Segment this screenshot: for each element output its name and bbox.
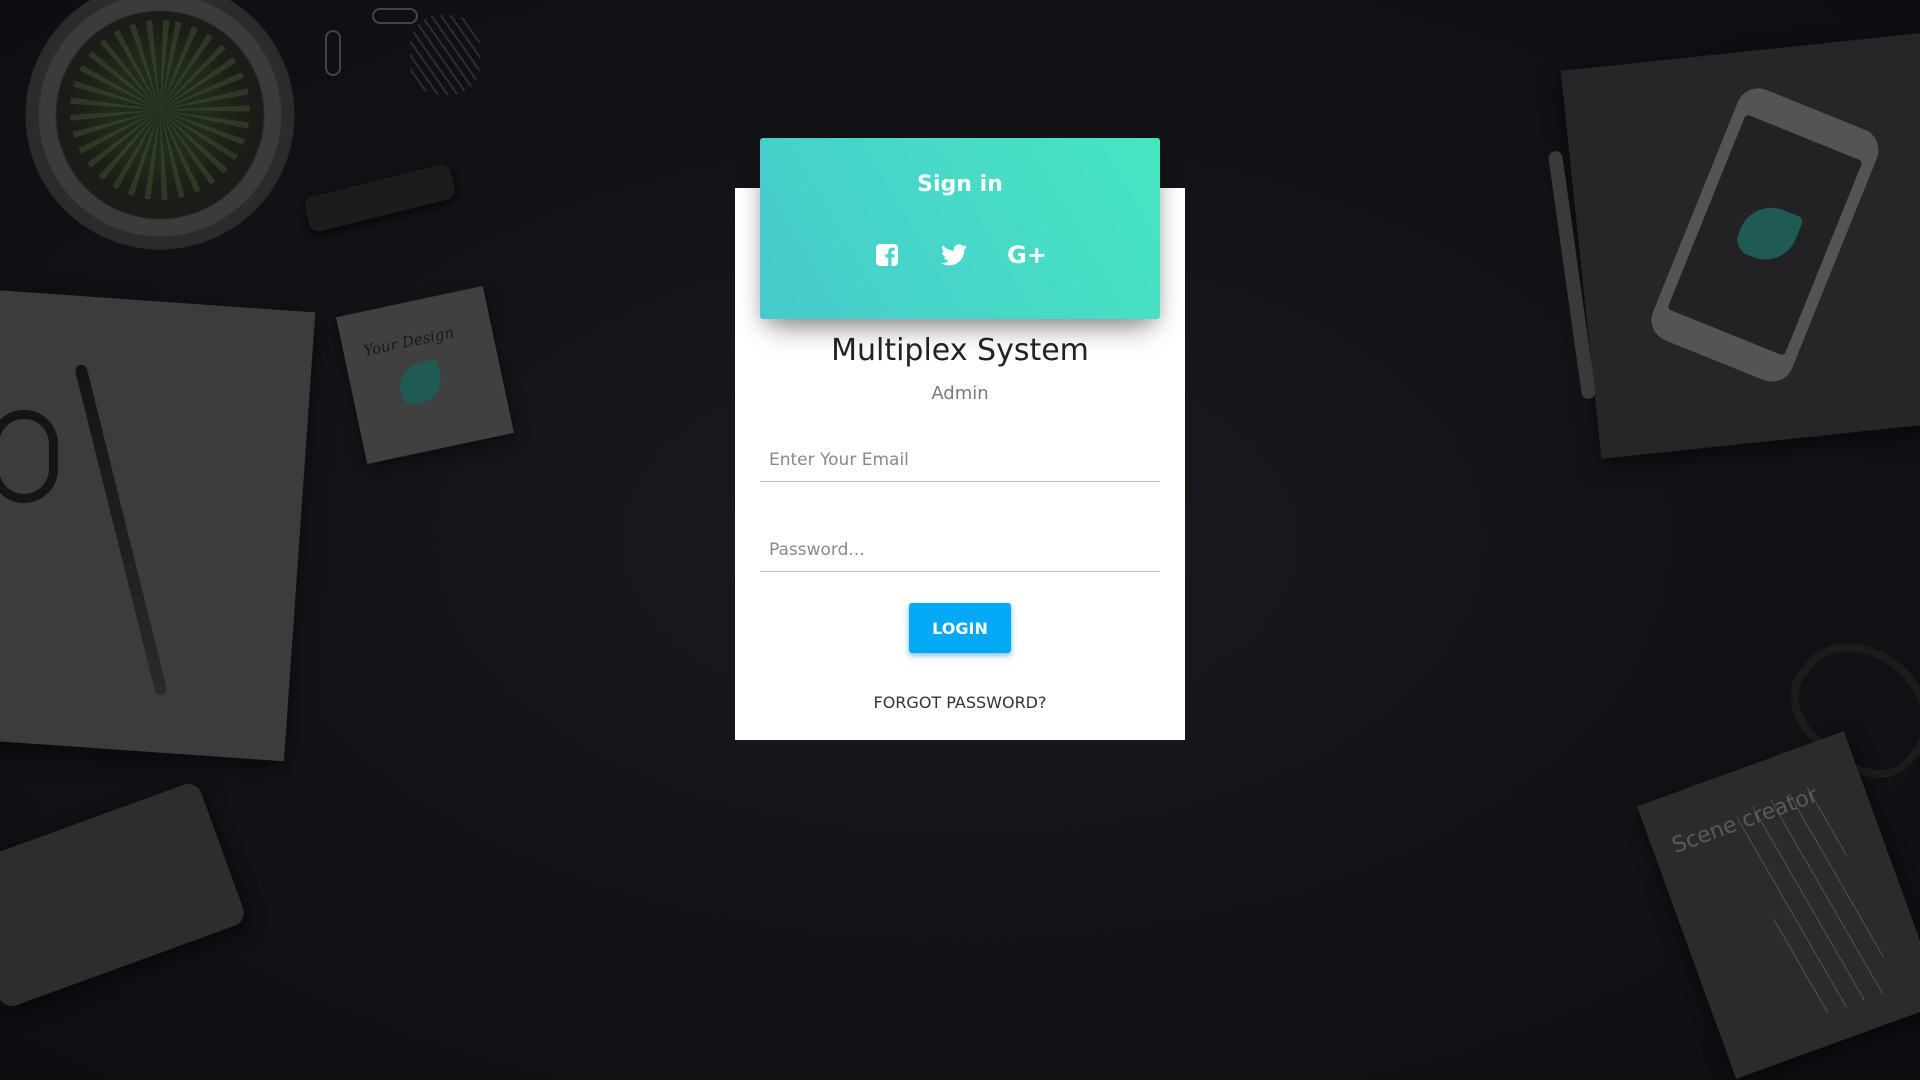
stylus-image	[1547, 150, 1597, 400]
paper-clips-pile-image	[410, 15, 480, 95]
glasses-image	[1769, 616, 1920, 800]
email-field[interactable]	[760, 438, 1160, 482]
plant-leaves-image	[70, 20, 250, 200]
facebook-icon	[876, 244, 898, 266]
stapler-image	[302, 162, 458, 234]
paper-clip-image	[372, 8, 418, 24]
phone-image	[1644, 81, 1886, 389]
login-button[interactable]: LOGIN	[909, 603, 1011, 653]
forgot-password-link[interactable]: FORGOT PASSWORD?	[735, 693, 1185, 712]
tablet-image	[1560, 31, 1920, 459]
plant-pot-image	[25, 0, 295, 250]
login-card-header: Sign in	[760, 138, 1160, 319]
notebook-image	[0, 288, 316, 762]
book-image: Scene creator	[1637, 731, 1920, 1079]
app-title: Multiplex System	[831, 333, 1089, 368]
bird-logo-icon	[395, 359, 446, 408]
tape-dispenser-image	[0, 780, 248, 1010]
facebook-login-button[interactable]	[865, 233, 909, 277]
sticky-note-image: Your Design	[336, 286, 514, 464]
sign-in-title: Sign in	[917, 172, 1003, 197]
bird-logo-icon	[1732, 197, 1805, 270]
password-field[interactable]	[760, 528, 1160, 572]
book-title-text: Scene creator	[1668, 782, 1822, 859]
phone-screen	[1667, 114, 1863, 356]
google-plus-login-button[interactable]: G+	[1005, 233, 1049, 277]
twitter-icon	[941, 244, 967, 266]
book-cover-lines	[1735, 782, 1896, 1020]
app-subtitle: Admin	[931, 383, 989, 404]
sticky-note-text: Your Design	[361, 323, 456, 361]
twitter-login-button[interactable]	[932, 233, 976, 277]
scissors-image	[0, 410, 58, 503]
pen-image	[74, 363, 168, 697]
paper-clip-image	[325, 30, 341, 76]
google-plus-icon: G+	[1007, 241, 1047, 269]
